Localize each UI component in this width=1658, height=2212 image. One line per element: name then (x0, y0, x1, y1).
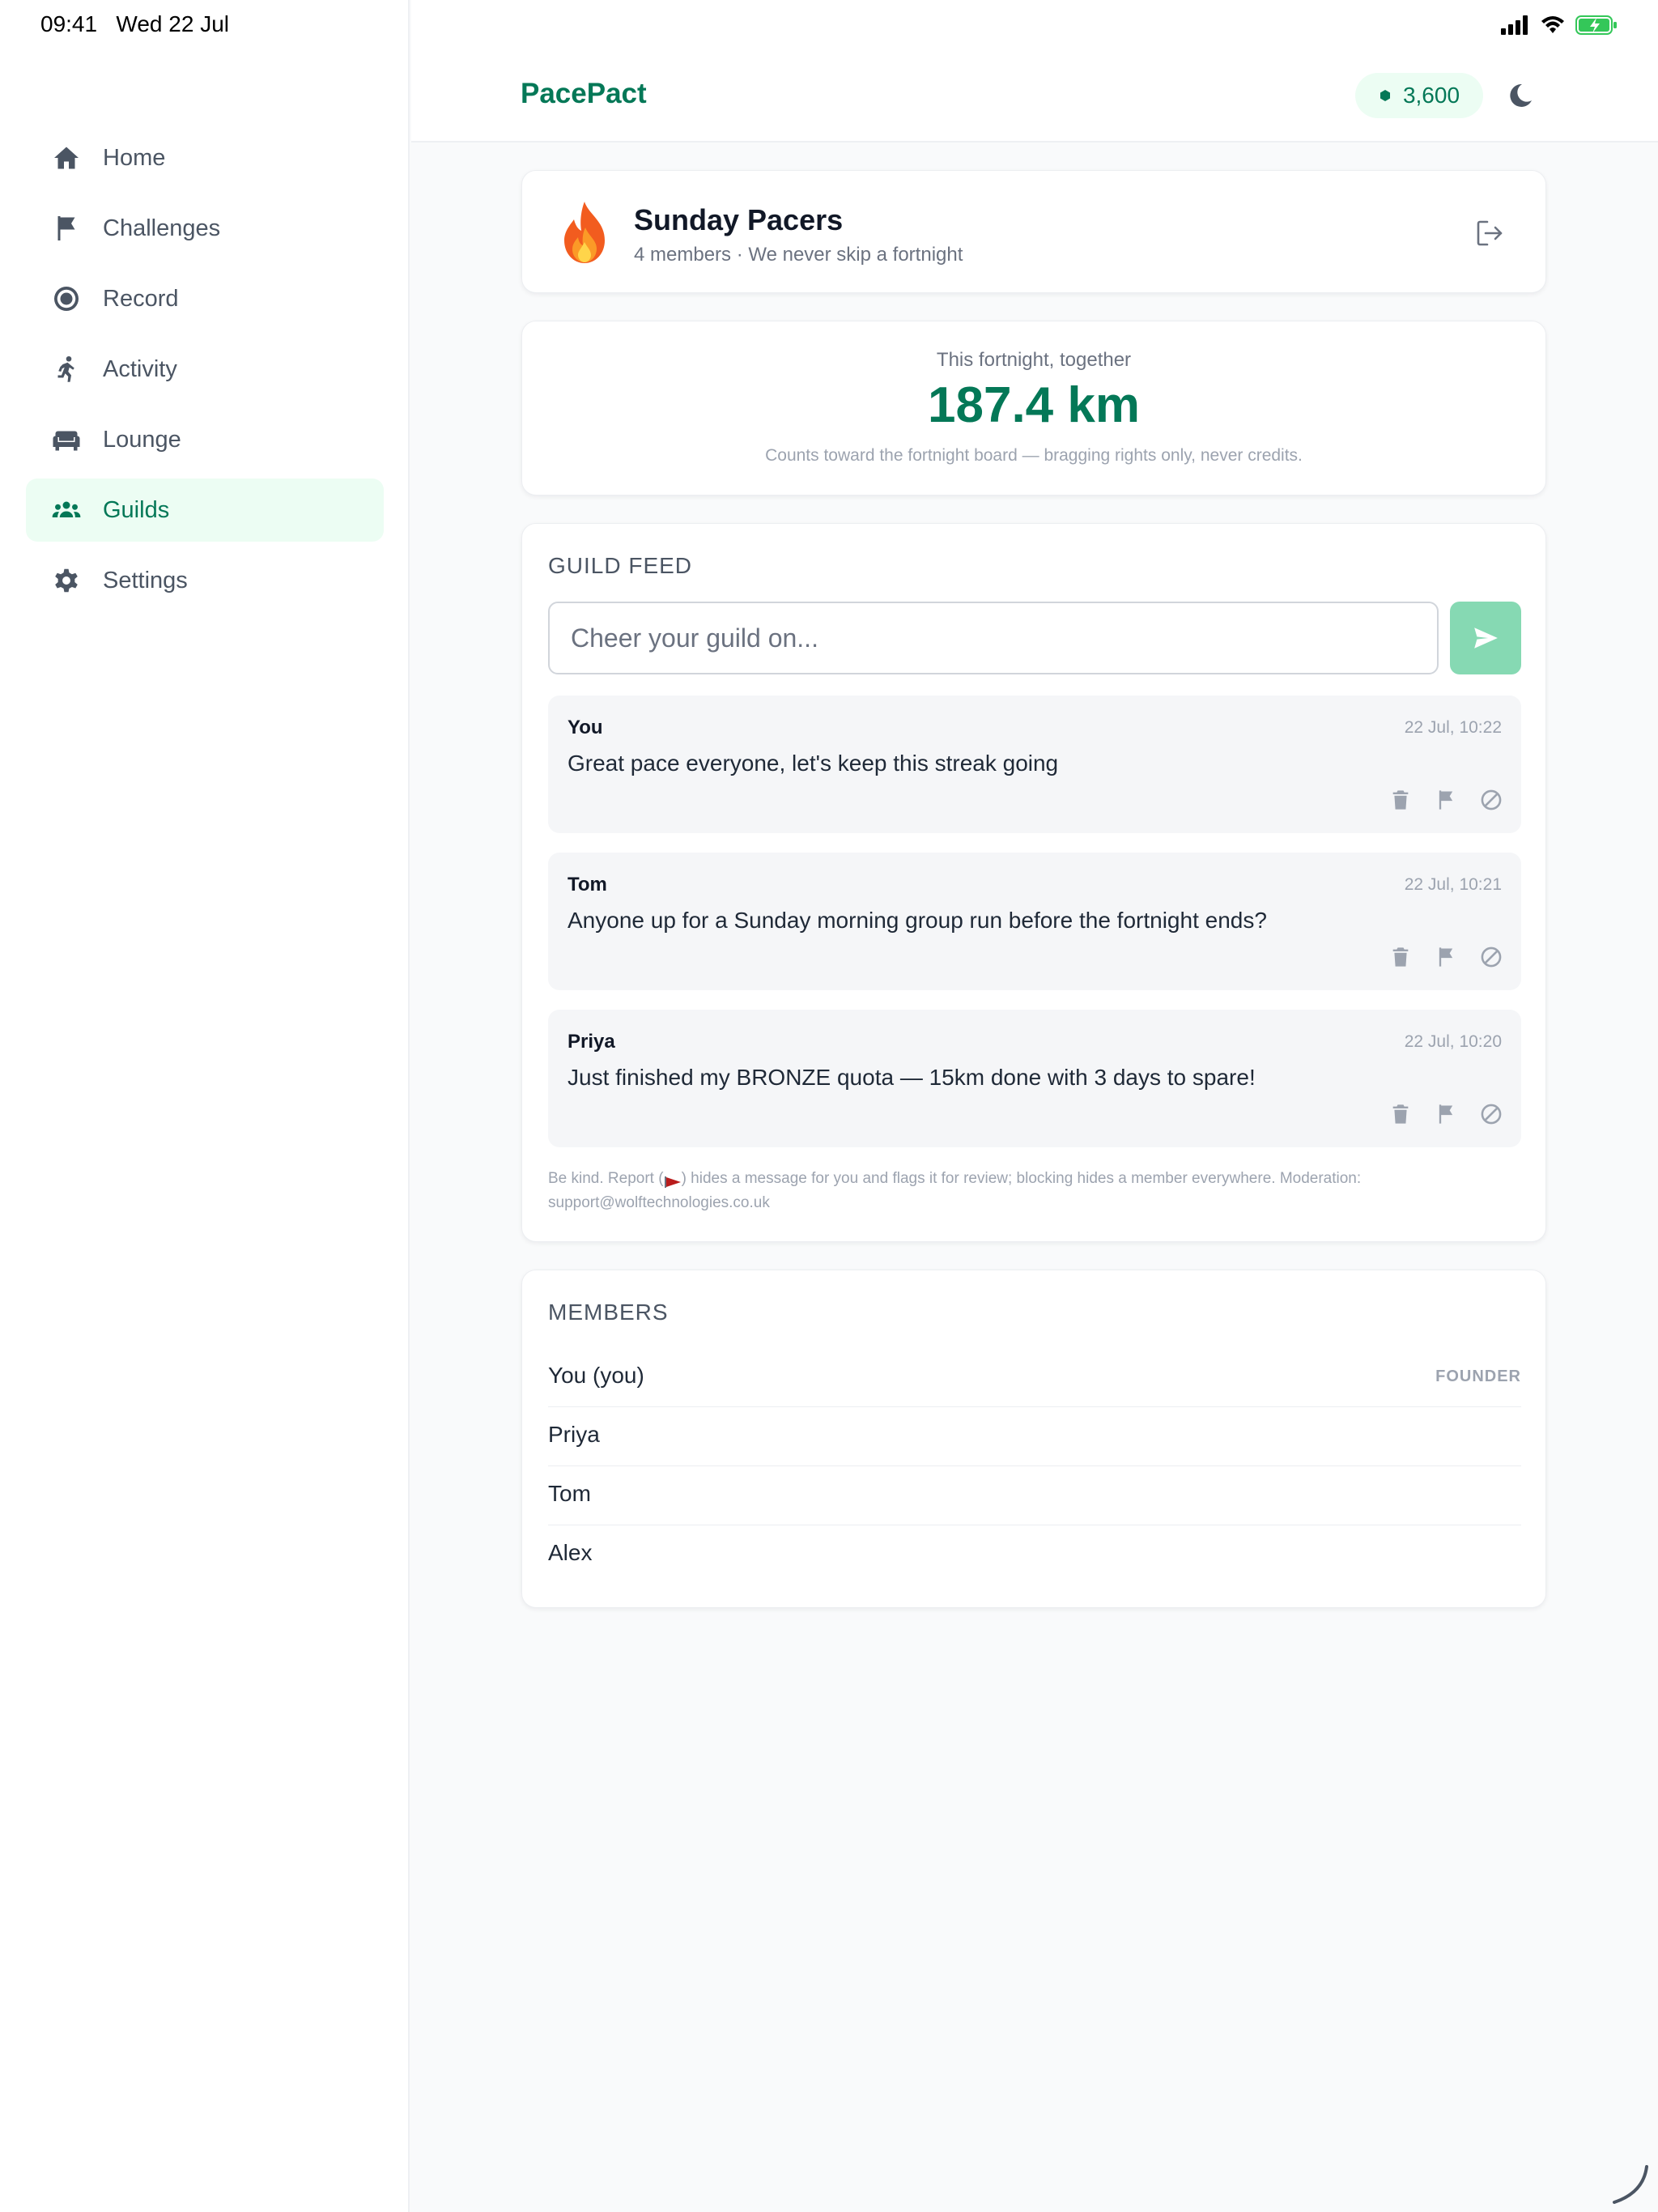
message-text: Anyone up for a Sunday morning group run… (568, 908, 1267, 933)
fire-icon (556, 200, 613, 265)
flag-icon (52, 214, 81, 243)
member-row[interactable]: You (you) FOUNDER (548, 1348, 1521, 1407)
message-author: You (568, 717, 603, 738)
sidebar-item-lounge[interactable]: Lounge (26, 408, 384, 471)
block-icon[interactable] (1479, 945, 1503, 969)
sidebar: Home Challenges Record Activity Lounge G… (0, 0, 410, 2212)
sidebar-item-label: Guilds (103, 496, 170, 523)
block-icon[interactable] (1479, 788, 1503, 812)
sidebar-item-home[interactable]: Home (26, 126, 384, 189)
red-flag-icon (664, 1172, 682, 1188)
member-name: Tom (548, 1481, 591, 1506)
send-button[interactable] (1450, 602, 1521, 674)
trash-icon[interactable] (1388, 788, 1413, 812)
battery-charging-icon (1575, 15, 1618, 40)
feed-message: Tom 22 Jul, 10:21 Anyone up for a Sunday… (548, 853, 1521, 990)
sidebar-item-record[interactable]: Record (26, 267, 384, 330)
feed-message: You 22 Jul, 10:22 Great pace everyone, l… (548, 696, 1521, 833)
sidebar-nav: Home Challenges Record Activity Lounge G… (26, 126, 384, 619)
message-actions (1388, 788, 1503, 812)
signal-icon (1501, 15, 1530, 39)
moon-icon[interactable] (1506, 81, 1535, 110)
total-distance: 187.4 km (928, 377, 1140, 433)
feed-message: Priya 22 Jul, 10:20 Just finished my BRO… (548, 1010, 1521, 1147)
trash-icon[interactable] (1388, 945, 1413, 969)
record-icon (52, 284, 81, 313)
message-time: 22 Jul, 10:22 (1404, 718, 1502, 737)
message-author: Priya (568, 1031, 615, 1053)
guild-header-card: Sunday Pacers 4 members · We never skip … (521, 170, 1546, 293)
member-name: Alex (548, 1540, 593, 1565)
member-row[interactable]: Tom (548, 1466, 1521, 1525)
brand-name[interactable]: PacePact (521, 78, 647, 110)
status-time-date: 09:41 Wed 22 Jul (40, 11, 229, 37)
group-icon (52, 496, 81, 525)
guild-name: Sunday Pacers (634, 203, 844, 236)
home-indicator-arc (1608, 2163, 1650, 2206)
message-actions (1388, 1102, 1503, 1126)
report-flag-icon[interactable] (1434, 788, 1458, 812)
message-text: Great pace everyone, let's keep this str… (568, 751, 1059, 776)
status-bar: 09:41 Wed 22 Jul (0, 0, 1658, 52)
member-row[interactable]: Alex (548, 1525, 1521, 1585)
leave-icon[interactable] (1474, 218, 1505, 249)
status-time: 09:41 (40, 11, 98, 36)
feed-title: GUILD FEED (548, 553, 693, 578)
guild-subtitle: 4 members · We never skip a fortnight (634, 244, 963, 266)
app-root: 09:41 Wed 22 Jul Home Challenges Record … (0, 0, 1658, 2212)
sidebar-item-label: Challenges (103, 215, 221, 241)
sidebar-item-label: Activity (103, 355, 177, 382)
report-flag-icon[interactable] (1434, 945, 1458, 969)
status-date: Wed 22 Jul (116, 11, 229, 36)
message-time: 22 Jul, 10:21 (1404, 875, 1502, 894)
send-icon (1474, 627, 1498, 649)
member-name: Priya (548, 1422, 600, 1447)
message-time: 22 Jul, 10:20 (1404, 1032, 1502, 1051)
member-name: You (you) (548, 1363, 644, 1388)
home-icon (52, 143, 81, 172)
sidebar-item-challenges[interactable]: Challenges (26, 197, 384, 260)
block-icon[interactable] (1479, 1102, 1503, 1126)
member-role-badge: FOUNDER (1435, 1368, 1521, 1385)
gear-icon (52, 566, 81, 595)
trash-icon[interactable] (1388, 1102, 1413, 1126)
credits-badge[interactable]: 3,600 (1355, 73, 1483, 118)
message-text: Just finished my BRONZE quota — 15km don… (568, 1065, 1256, 1090)
guild-feed-card: GUILD FEED You 22 Jul, 10:22 Great pace … (521, 523, 1546, 1242)
runner-icon (52, 355, 81, 384)
message-actions (1388, 945, 1503, 969)
status-icons (1501, 15, 1618, 40)
sidebar-item-label: Lounge (103, 426, 181, 453)
credit-coin-icon (1380, 90, 1390, 101)
sidebar-item-label: Record (103, 285, 179, 312)
total-note: Counts toward the fortnight board — brag… (765, 446, 1303, 465)
moderation-note: Be kind. Report () hides a message for y… (548, 1167, 1520, 1215)
report-flag-icon[interactable] (1434, 1102, 1458, 1126)
cheer-input[interactable] (548, 602, 1439, 674)
sidebar-item-label: Settings (103, 567, 188, 593)
sofa-icon (52, 425, 81, 454)
wifi-icon (1540, 15, 1566, 39)
total-label: This fortnight, together (936, 349, 1132, 371)
sidebar-item-label: Home (103, 144, 166, 171)
members-title: MEMBERS (548, 1300, 669, 1325)
moderation-note-start: Be kind. Report ( (548, 1170, 664, 1187)
credits-value: 3,600 (1402, 83, 1460, 108)
sidebar-item-settings[interactable]: Settings (26, 549, 384, 612)
sidebar-item-guilds[interactable]: Guilds (26, 479, 384, 542)
sidebar-item-activity[interactable]: Activity (26, 338, 384, 401)
member-row[interactable]: Priya (548, 1407, 1521, 1466)
message-author: Tom (568, 874, 607, 895)
fortnight-total-card: This fortnight, together 187.4 km Counts… (521, 321, 1546, 496)
members-card: MEMBERS You (you) FOUNDER Priya Tom Alex (521, 1270, 1546, 1608)
